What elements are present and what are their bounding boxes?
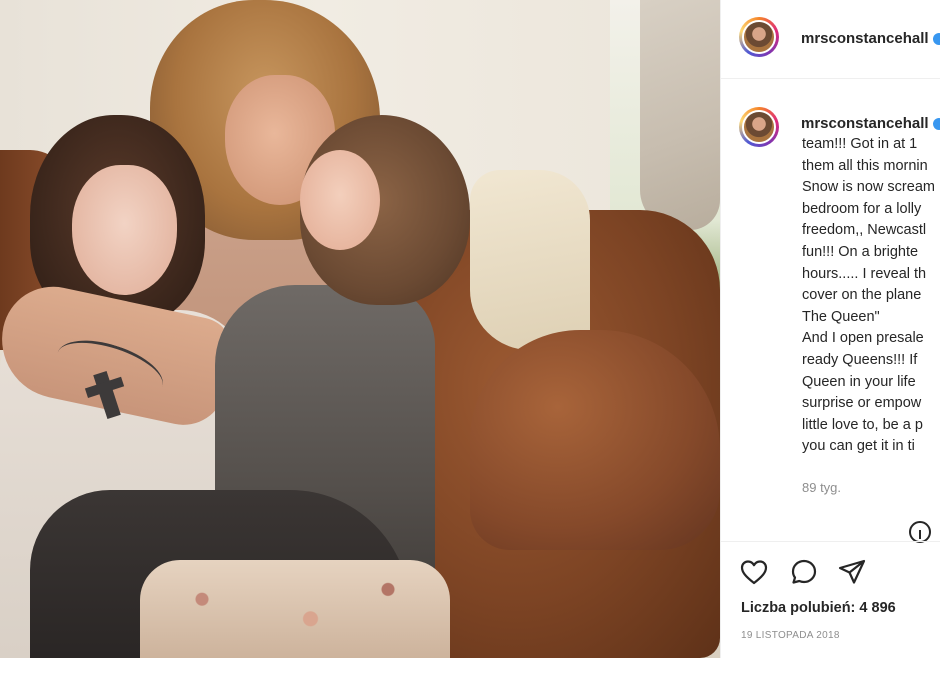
caption-line: The Queen" bbox=[802, 308, 880, 325]
post-actions: Liczba polubień: 4 896 19 LISTOPADA 2018 bbox=[721, 541, 940, 659]
verified-badge-icon bbox=[932, 33, 940, 46]
caption-line: them all this mornin bbox=[802, 157, 928, 174]
caption-line: fun!!! On a brighte bbox=[802, 243, 919, 260]
photo-hanging-cloth bbox=[640, 0, 720, 230]
photo-girl-face bbox=[72, 165, 177, 295]
caption-line: Snow is now scream bbox=[802, 179, 935, 196]
caption-line: cover on the plane bbox=[802, 287, 922, 304]
caption-username-text: mrsconstancehall bbox=[801, 115, 929, 132]
caption-line: team!!! Got in at 1 bbox=[802, 136, 918, 152]
post-photo[interactable] bbox=[0, 0, 720, 658]
header-username-link[interactable]: mrsconstancehall bbox=[801, 30, 940, 47]
caption-verified-badge-icon bbox=[932, 118, 940, 131]
caption-line: bedroom for a lolly bbox=[802, 200, 922, 217]
header-username-text: mrsconstancehall bbox=[801, 30, 929, 47]
caption-line: Queen in your life bbox=[802, 373, 916, 390]
caption-line: hours..... I reveal th bbox=[802, 265, 927, 282]
caption-line: freedom,, Newcastl bbox=[802, 222, 927, 239]
caption-avatar[interactable] bbox=[739, 107, 779, 147]
comment-icon[interactable] bbox=[789, 557, 819, 587]
caption-line: surprise or empow bbox=[802, 395, 922, 412]
likes-count[interactable]: Liczba polubień: 4 896 bbox=[741, 600, 896, 616]
paper-plane-icon[interactable] bbox=[837, 557, 867, 587]
heart-icon[interactable] bbox=[739, 557, 769, 587]
more-options-icon[interactable] bbox=[909, 521, 931, 543]
photo-child-face bbox=[300, 150, 380, 250]
caption-text: team!!! Got in at 1 them all this mornin… bbox=[802, 134, 940, 458]
time-ago[interactable]: 89 tyg. bbox=[802, 480, 841, 495]
caption-area: mrsconstancehall team!!! Got in at 1 the… bbox=[721, 79, 940, 539]
post-side-panel: mrsconstancehall mrsconstancehall team!!… bbox=[720, 0, 940, 658]
photo-floral-skirt bbox=[140, 560, 450, 658]
photo-sofa-arm bbox=[470, 330, 720, 550]
caption-line: ready Queens!!! If bbox=[802, 351, 918, 368]
caption-line: you can get it in ti bbox=[802, 438, 915, 455]
caption-username-link[interactable]: mrsconstancehall bbox=[801, 115, 940, 132]
post-date: 19 LISTOPADA 2018 bbox=[741, 630, 840, 641]
avatar[interactable] bbox=[739, 17, 779, 57]
photo-blanket bbox=[470, 170, 590, 350]
post-header: mrsconstancehall bbox=[721, 0, 940, 79]
caption-line: little love to, be a p bbox=[802, 416, 923, 433]
caption-line: And I open presale bbox=[802, 330, 924, 347]
